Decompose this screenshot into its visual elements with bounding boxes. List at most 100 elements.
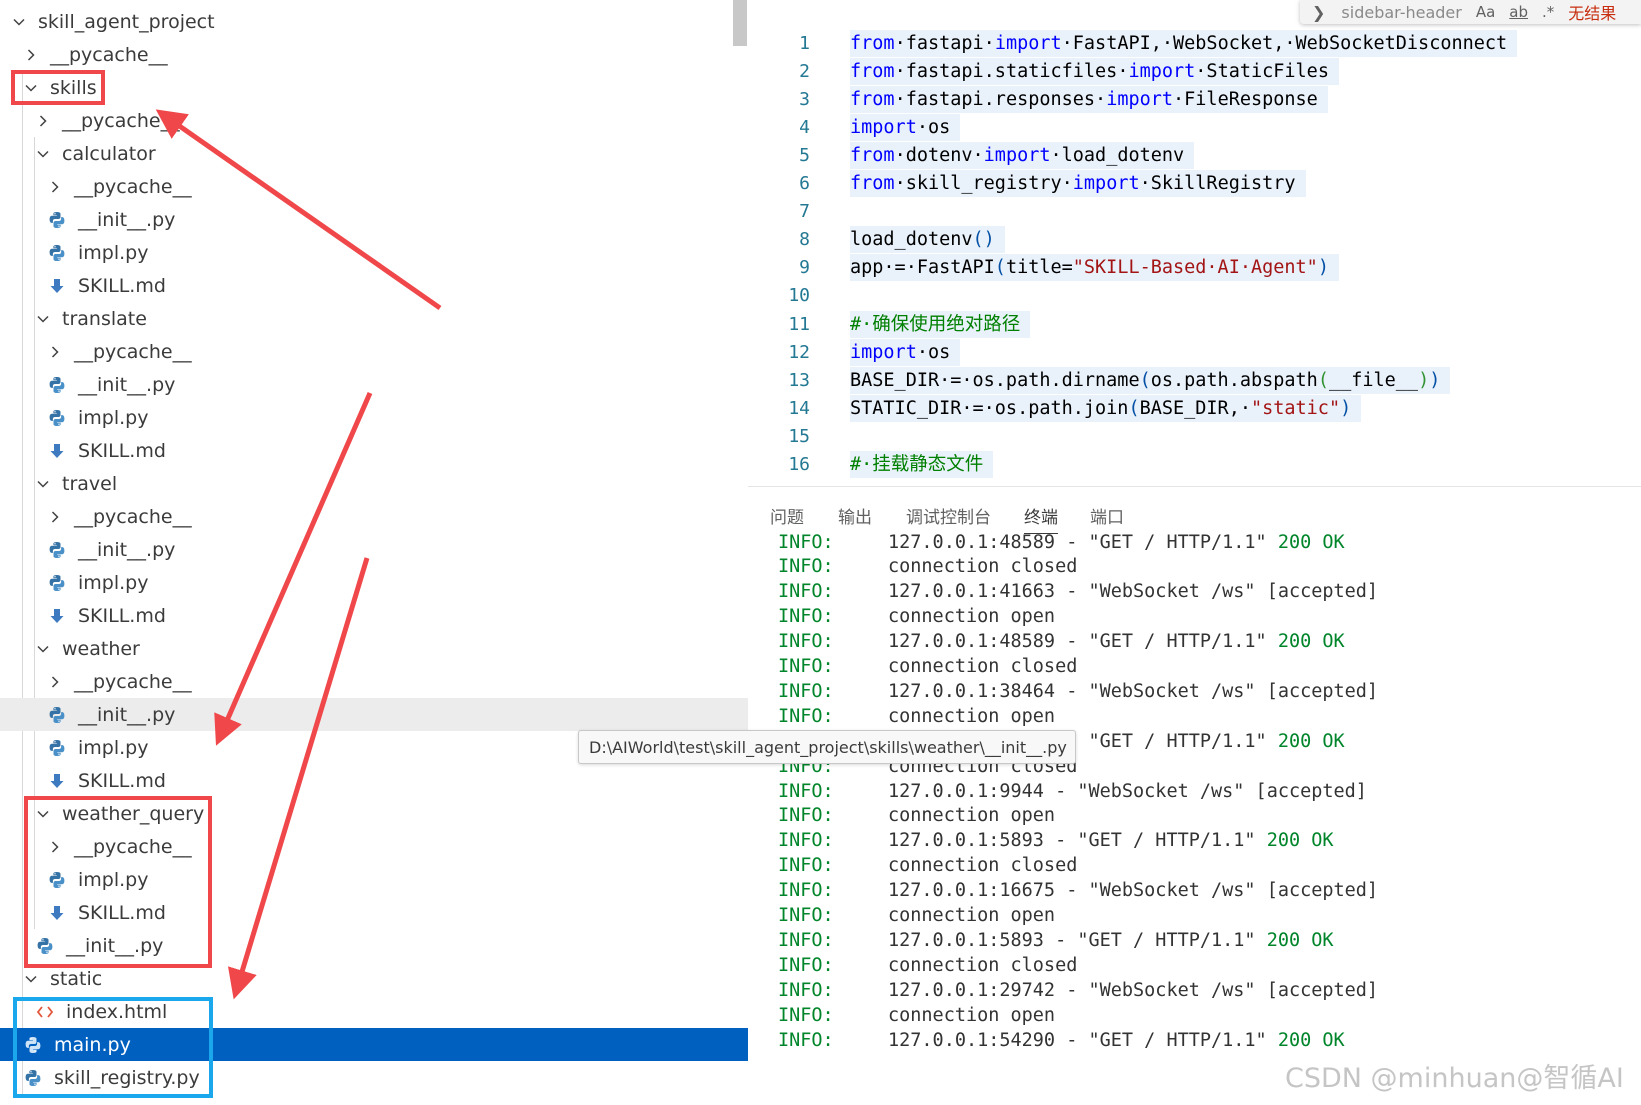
code-line[interactable]: 10 — [748, 282, 1641, 310]
log-level: INFO: — [778, 929, 834, 951]
line-number: 9 — [799, 257, 810, 279]
code-line[interactable]: 13 BASE_DIR·=·os.path.dirname(os.path.abs… — [748, 366, 1641, 394]
tree-item-label: __init__.py — [78, 703, 176, 726]
find-input[interactable]: sidebar-header — [1341, 3, 1461, 22]
code-line[interactable]: 1 from·fastapi·import·FastAPI,·WebSocket,… — [748, 29, 1641, 57]
tree-item-label: impl.py — [78, 571, 149, 594]
log-message: 127.0.0.1:5893 - "GET / HTTP/1.1" — [888, 830, 1267, 852]
chevron-down-icon[interactable] — [36, 474, 50, 494]
chevron-right-icon[interactable] — [48, 342, 62, 362]
tree-folder[interactable]: __pycache__ — [0, 665, 748, 698]
panel-tab[interactable]: 问题 — [770, 503, 804, 528]
chevron-right-icon[interactable] — [36, 111, 50, 131]
line-number: 11 — [788, 313, 810, 335]
tree-item-label: skill_agent_project — [38, 10, 215, 33]
log-level: INFO: — [778, 880, 834, 902]
tree-folder[interactable]: __pycache__ — [0, 500, 748, 533]
tree-file[interactable]: SKILL.md — [0, 764, 748, 797]
code-line[interactable]: 5 from·dotenv·import·load_dotenv — [748, 141, 1641, 169]
tree-folder[interactable]: __pycache__ — [0, 104, 748, 137]
tree-folder[interactable]: weather — [0, 632, 748, 665]
chevron-down-icon[interactable] — [12, 12, 26, 32]
log-level: INFO: — [778, 780, 834, 802]
bottom-panel: 问题 输出 调试控制台 终端 端口 INFO: 127.0.0.1:48589 - "GE… — [748, 486, 1641, 1105]
panel-tab[interactable]: 调试控制台 — [906, 503, 991, 528]
chevron-right-icon[interactable] — [48, 177, 62, 197]
tree-file[interactable]: impl.py — [0, 401, 748, 434]
line-number: 14 — [788, 397, 810, 419]
code-token: () — [972, 229, 995, 251]
code-line[interactable]: 14 STATIC_DIR·=·os.path.join(BASE_DIR,·"s… — [748, 394, 1641, 422]
code-line[interactable]: 6 from·skill_registry·import·SkillRegistr… — [748, 170, 1641, 198]
log-message: 127.0.0.1:41663 - "WebSocket /ws" [accep… — [888, 581, 1379, 603]
tree-folder[interactable]: __pycache__ — [0, 38, 748, 71]
log-message: connection open — [888, 705, 1056, 727]
match-case-toggle[interactable]: Aa — [1476, 3, 1495, 21]
code-text: from·fastapi.staticfiles·import·StaticFi… — [850, 57, 1339, 85]
tree-folder[interactable]: __pycache__ — [0, 335, 748, 368]
panel-tab[interactable]: 端口 — [1090, 503, 1124, 528]
log-level: INFO: — [778, 855, 834, 877]
code-line[interactable]: 11 #·确保使用绝对路径 — [748, 310, 1641, 338]
chevron-right-icon[interactable] — [48, 672, 62, 692]
tree-folder[interactable]: __pycache__ — [0, 170, 748, 203]
chevron-down-icon[interactable] — [36, 309, 50, 329]
code-line[interactable]: 4 import·os — [748, 113, 1641, 141]
python-file-icon — [48, 375, 66, 395]
code-token: title= — [1005, 257, 1073, 279]
tree-folder[interactable]: translate — [0, 302, 748, 335]
log-message: connection closed — [888, 855, 1078, 877]
code-line[interactable]: 7 — [748, 198, 1641, 226]
code-token: #·挂载静态文件 — [850, 454, 984, 475]
log-line: INFO: 127.0.0.1:48589 - "GET / HTTP/1.1" … — [778, 529, 1345, 555]
code-token: ( — [1128, 397, 1140, 419]
log-message: connection open — [888, 1004, 1056, 1026]
code-line[interactable]: 9 app·=·FastAPI(title="SKILL-Based·AI·Age… — [748, 254, 1641, 282]
chevron-right-icon[interactable] — [24, 45, 38, 65]
code-token: "static" — [1250, 397, 1341, 419]
tree-file[interactable]: SKILL.md — [0, 599, 748, 632]
code-text: from·dotenv·import·load_dotenv — [850, 141, 1195, 169]
tree-folder[interactable]: skills — [0, 71, 748, 104]
explorer-scrollbar[interactable] — [733, 0, 747, 46]
find-widget: ❯ sidebar-header Aa ab .* 无结果 — [1300, 0, 1641, 24]
whole-word-toggle[interactable]: ab — [1509, 3, 1528, 21]
code-text: #·挂载静态文件 — [850, 451, 994, 478]
line-number: 15 — [788, 425, 810, 447]
tree-folder[interactable]: skill_agent_project — [0, 5, 748, 38]
code-line[interactable]: 15 — [748, 422, 1641, 450]
tree-file[interactable]: SKILL.md — [0, 434, 748, 467]
log-message: connection open — [888, 905, 1056, 926]
code-line[interactable]: 12 import·os — [748, 338, 1641, 366]
tree-file[interactable]: SKILL.md — [0, 269, 748, 302]
chevron-down-icon[interactable] — [36, 639, 50, 659]
tree-item-label: translate — [62, 307, 147, 330]
tree-item-label: SKILL.md — [78, 439, 166, 462]
tree-file[interactable]: __init__.py — [0, 698, 748, 731]
http-status: 200 OK — [1266, 830, 1334, 852]
tree-file[interactable]: impl.py — [0, 566, 748, 599]
code-line[interactable]: 3 from·fastapi.responses·import·FileRespo… — [748, 85, 1641, 113]
toggle-replace-chevron-icon[interactable]: ❯ — [1312, 3, 1325, 22]
code-token: ) — [1429, 369, 1441, 391]
code-token: __file__ — [1328, 369, 1419, 391]
chevron-down-icon[interactable] — [24, 969, 38, 989]
tree-file[interactable]: __init__.py — [0, 368, 748, 401]
code-line[interactable]: 2 from·fastapi.staticfiles·import·StaticF… — [748, 57, 1641, 85]
code-editor[interactable]: 1 from·fastapi·import·FastAPI,·WebSocket,… — [748, 0, 1641, 486]
python-file-icon — [48, 705, 66, 725]
tree-item-label: impl.py — [78, 736, 149, 759]
panel-tab[interactable]: 输出 — [838, 503, 872, 528]
code-token: ·SkillRegistry — [1139, 173, 1296, 194]
tree-file[interactable]: impl.py — [0, 236, 748, 269]
chevron-right-icon[interactable] — [48, 507, 62, 527]
tree-file[interactable]: __init__.py — [0, 533, 748, 566]
chevron-down-icon[interactable] — [36, 144, 50, 164]
tree-file[interactable]: __init__.py — [0, 203, 748, 236]
code-line[interactable]: 8 load_dotenv() — [748, 226, 1641, 254]
tree-folder[interactable]: calculator — [0, 137, 748, 170]
log-line: INFO: 127.0.0.1:5893 - "GET / HTTP/1.1" 2… — [778, 828, 1334, 854]
code-line[interactable]: 16 #·挂载静态文件 — [748, 451, 1641, 479]
regex-toggle[interactable]: .* — [1542, 3, 1554, 21]
tree-folder[interactable]: travel — [0, 467, 748, 500]
